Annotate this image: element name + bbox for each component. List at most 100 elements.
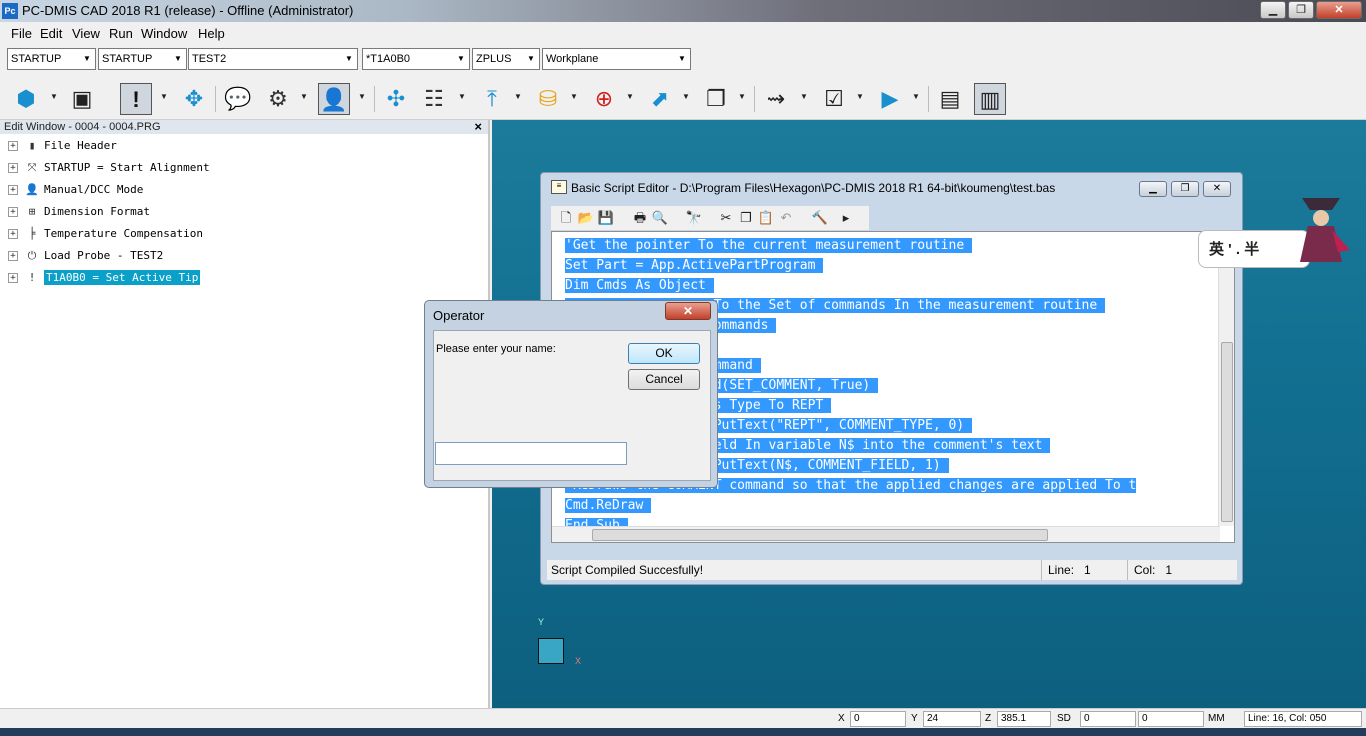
ok-button[interactable]: OK — [628, 343, 700, 364]
chevron-down-icon[interactable]: ▼ — [682, 92, 690, 101]
chevron-down-icon[interactable]: ▼ — [458, 92, 466, 101]
tree-item-file-header[interactable]: + ▮ File Header — [8, 137, 117, 155]
flow-icon[interactable]: ☷ — [418, 83, 450, 115]
menu-help[interactable]: Help — [198, 26, 225, 41]
expand-icon[interactable]: + — [8, 141, 18, 151]
chevron-down-icon[interactable]: ▼ — [856, 92, 864, 101]
z-label: Z — [985, 713, 992, 724]
settings-icon[interactable]: ⚙ — [262, 83, 294, 115]
line-value: 1 — [1084, 563, 1091, 577]
report-icon[interactable]: ▤ — [934, 83, 966, 115]
tree-item-load-probe[interactable]: + ⏻ Load Probe - TEST2 — [8, 247, 163, 265]
tip-combo[interactable]: *T1A0B0 ▼ — [362, 48, 470, 70]
chevron-down-icon: ▼ — [83, 54, 91, 63]
print-preview-icon[interactable]: 🔍 — [651, 209, 669, 227]
workplane-axis-combo[interactable]: ZPLUS ▼ — [472, 48, 540, 70]
z-readout: 385.1 — [997, 711, 1051, 727]
expand-icon[interactable]: + — [8, 163, 18, 173]
operator-icon[interactable]: 👤 — [318, 83, 350, 115]
database-icon[interactable]: ⛁ — [532, 83, 564, 115]
cancel-button[interactable]: Cancel — [628, 369, 700, 390]
path-icon[interactable]: ⇝ — [760, 83, 792, 115]
axes-icon[interactable]: ✣ — [380, 83, 412, 115]
chevron-down-icon[interactable]: ▼ — [738, 92, 746, 101]
status-bar: X 0 Y 24 Z 385.1 SD 0 0 MM Line: 16, Col… — [0, 708, 1366, 728]
export-icon[interactable]: ⬈ — [644, 83, 676, 115]
close-button[interactable]: ✕ — [1316, 1, 1362, 19]
crosshair-icon[interactable]: ⊕ — [588, 83, 620, 115]
menu-window[interactable]: Window — [141, 26, 187, 41]
chevron-down-icon[interactable]: ▼ — [912, 92, 920, 101]
copy-icon[interactable]: ❐ — [737, 209, 755, 227]
print-icon[interactable]: 🖶 — [631, 209, 649, 227]
chevron-down-icon[interactable]: ▼ — [626, 92, 634, 101]
chevron-down-icon: ▼ — [527, 54, 535, 63]
checklist-icon[interactable]: ☑ — [818, 83, 850, 115]
move-icon[interactable]: ✥ — [178, 83, 210, 115]
horizontal-scrollbar[interactable] — [552, 526, 1220, 542]
expand-icon[interactable]: + — [8, 207, 18, 217]
wireframe-icon[interactable]: ▣ — [66, 83, 98, 115]
expand-icon[interactable]: + — [8, 251, 18, 261]
maximize-button[interactable]: ❐ — [1288, 1, 1314, 19]
exclamation-icon[interactable]: ! — [120, 83, 152, 115]
tree-item-dimension-format[interactable]: + ⊞ Dimension Format — [8, 203, 150, 221]
workplane-combo[interactable]: Workplane ▼ — [542, 48, 691, 70]
cube-view-icon[interactable]: ⬢ — [10, 83, 42, 115]
chevron-down-icon[interactable]: ▼ — [514, 92, 522, 101]
close-icon[interactable]: ✕ — [665, 302, 711, 320]
open-folder-icon[interactable]: 📂 — [577, 209, 595, 227]
expand-icon[interactable]: + — [8, 273, 18, 283]
menu-view[interactable]: View — [72, 26, 100, 41]
close-icon[interactable]: × — [474, 120, 482, 134]
expand-icon[interactable]: + — [8, 229, 18, 239]
tree-item-temperature[interactable]: + ╞ Temperature Compensation — [8, 225, 203, 243]
chevron-down-icon[interactable]: ▼ — [160, 92, 168, 101]
chevron-down-icon[interactable]: ▼ — [50, 92, 58, 101]
tree-item-label: T1A0B0 = Set Active Tip — [44, 270, 201, 285]
minimize-button[interactable]: ▁ — [1260, 1, 1286, 19]
probe-icon: ⏻ — [27, 249, 37, 262]
scrollbar-thumb[interactable] — [592, 529, 1048, 541]
new-file-icon[interactable]: 🗋 — [557, 209, 575, 227]
tree-item-mode[interactable]: + 👤 Manual/DCC Mode — [8, 181, 143, 199]
combo-toolbar: STARTUP ▼ STARTUP ▼ TEST2 ▼ *T1A0B0 ▼ ZPLUS ▼… — [0, 44, 700, 74]
menu-file[interactable]: File — [11, 26, 32, 41]
operator-dialog-body: Please enter your name: OK Cancel — [433, 330, 711, 481]
x-readout: 0 — [850, 711, 906, 727]
probe-combo[interactable]: TEST2 ▼ — [188, 48, 358, 70]
alignment-combo-2[interactable]: STARTUP ▼ — [98, 48, 187, 70]
sd-readout: 0 — [1080, 711, 1136, 727]
cut-icon[interactable]: ✂ — [717, 209, 735, 227]
vertical-scrollbar[interactable] — [1218, 232, 1234, 526]
extra-readout: 0 — [1138, 711, 1204, 727]
upload-icon[interactable]: ⤒ — [476, 83, 508, 115]
scrollbar-thumb[interactable] — [1221, 342, 1233, 522]
chevron-down-icon[interactable]: ▼ — [300, 92, 308, 101]
name-input[interactable] — [435, 442, 627, 465]
alignment-combo[interactable]: STARTUP ▼ — [7, 48, 96, 70]
chevron-down-icon[interactable]: ▼ — [800, 92, 808, 101]
play-icon[interactable]: ▶ — [874, 83, 906, 115]
chevron-down-icon[interactable]: ▼ — [358, 92, 366, 101]
copy-icon[interactable]: ❐ — [700, 83, 732, 115]
file-header-icon: ▮ — [28, 139, 36, 152]
chevron-down-icon[interactable]: ▼ — [570, 92, 578, 101]
save-icon[interactable]: 💾 — [597, 209, 615, 227]
menu-run[interactable]: Run — [109, 26, 133, 41]
chart-report-icon[interactable]: ▥ — [974, 83, 1006, 115]
undo-icon[interactable]: ↶ — [777, 209, 795, 227]
tree-item-startup[interactable]: + ⤧ STARTUP = Start Alignment — [8, 159, 210, 177]
expand-icon[interactable]: + — [8, 185, 18, 195]
script-minimize-button[interactable]: ▁ — [1139, 181, 1167, 197]
script-close-button[interactable]: ✕ — [1203, 181, 1231, 197]
paste-icon[interactable]: 📋 — [757, 209, 775, 227]
script-maximize-button[interactable]: ❐ — [1171, 181, 1199, 197]
line-label: Line: — [1048, 563, 1075, 577]
find-icon[interactable]: 🔭 — [685, 209, 703, 227]
comment-icon[interactable]: 💬 — [222, 83, 254, 115]
menu-edit[interactable]: Edit — [40, 26, 62, 41]
run-icon[interactable]: ▸ — [837, 209, 855, 227]
compile-hammer-icon[interactable]: 🔨 — [811, 209, 829, 227]
tree-item-set-active-tip[interactable]: +! T1A0B0 = Set Active Tip — [8, 269, 201, 287]
